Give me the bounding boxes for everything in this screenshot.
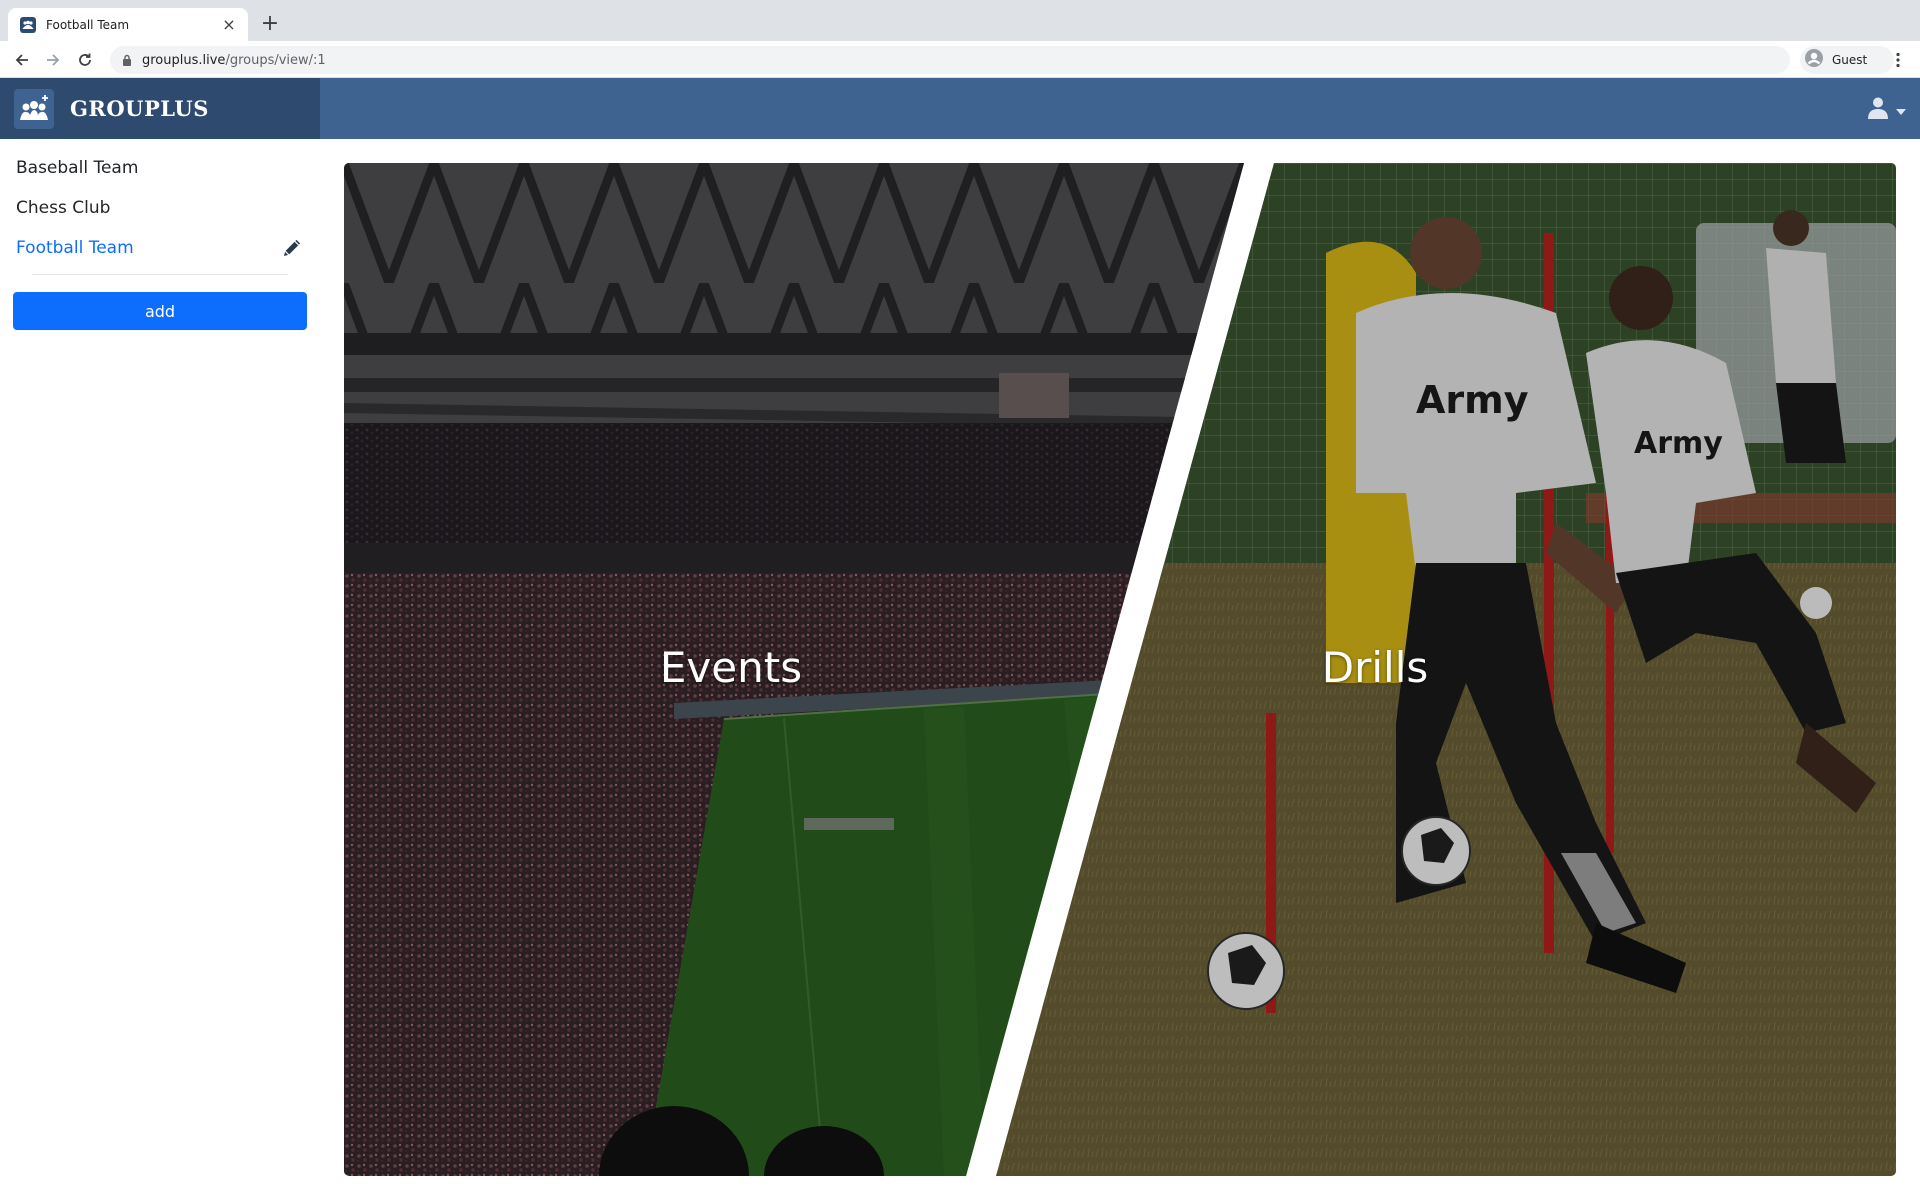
browser-menu-icon[interactable] bbox=[1886, 47, 1910, 73]
sidebar: Baseball Team Chess Club Football Team a… bbox=[0, 139, 320, 1200]
browser-toolbar: grouplus.live/groups/view/:1 Guest bbox=[0, 41, 1920, 78]
browser-tab[interactable]: Football Team × bbox=[8, 8, 248, 41]
brand-name: GROUPLUS bbox=[70, 96, 209, 121]
group-item-baseball-team[interactable]: Baseball Team bbox=[16, 154, 306, 182]
url-path: /groups/view/:1 bbox=[225, 52, 326, 68]
forward-arrow-icon[interactable] bbox=[40, 47, 66, 73]
add-group-button[interactable]: add bbox=[13, 292, 307, 330]
pencil-icon[interactable] bbox=[280, 236, 304, 260]
user-menu[interactable] bbox=[1866, 96, 1906, 122]
back-arrow-icon[interactable] bbox=[9, 47, 35, 73]
tab-title: Football Team bbox=[46, 17, 130, 32]
app-header: GROUPLUS bbox=[0, 78, 1920, 139]
address-bar[interactable]: grouplus.live/groups/view/:1 bbox=[110, 46, 1790, 74]
events-label: Events bbox=[659, 643, 803, 692]
group-logo-icon bbox=[14, 88, 54, 129]
group-label: Chess Club bbox=[16, 198, 111, 218]
drills-label: Drills bbox=[1321, 643, 1429, 692]
group-item-chess-club[interactable]: Chess Club bbox=[16, 194, 306, 222]
favicon-icon bbox=[20, 16, 36, 33]
url-text: grouplus.live/groups/view/:1 bbox=[142, 53, 326, 68]
new-tab-button[interactable]: + bbox=[258, 12, 282, 36]
brand[interactable]: GROUPLUS bbox=[0, 78, 320, 139]
profile-label: Guest bbox=[1832, 53, 1868, 67]
group-label: Football Team bbox=[16, 238, 134, 258]
tab-close-icon[interactable]: × bbox=[220, 16, 238, 34]
browser-tabstrip: Football Team × + bbox=[0, 0, 1920, 41]
lock-icon bbox=[122, 51, 132, 70]
caret-down-icon bbox=[1896, 100, 1906, 119]
group-item-football-team[interactable]: Football Team bbox=[16, 234, 306, 262]
profile-avatar-icon bbox=[1804, 48, 1824, 72]
feature-panels: Events Army Army Drills bbox=[344, 163, 1896, 1176]
reload-icon[interactable] bbox=[72, 47, 98, 73]
user-icon bbox=[1866, 95, 1890, 123]
group-label: Baseball Team bbox=[16, 158, 139, 178]
sidebar-divider bbox=[32, 274, 288, 275]
url-host: grouplus.live bbox=[142, 52, 226, 68]
profile-button[interactable]: Guest bbox=[1800, 46, 1894, 74]
